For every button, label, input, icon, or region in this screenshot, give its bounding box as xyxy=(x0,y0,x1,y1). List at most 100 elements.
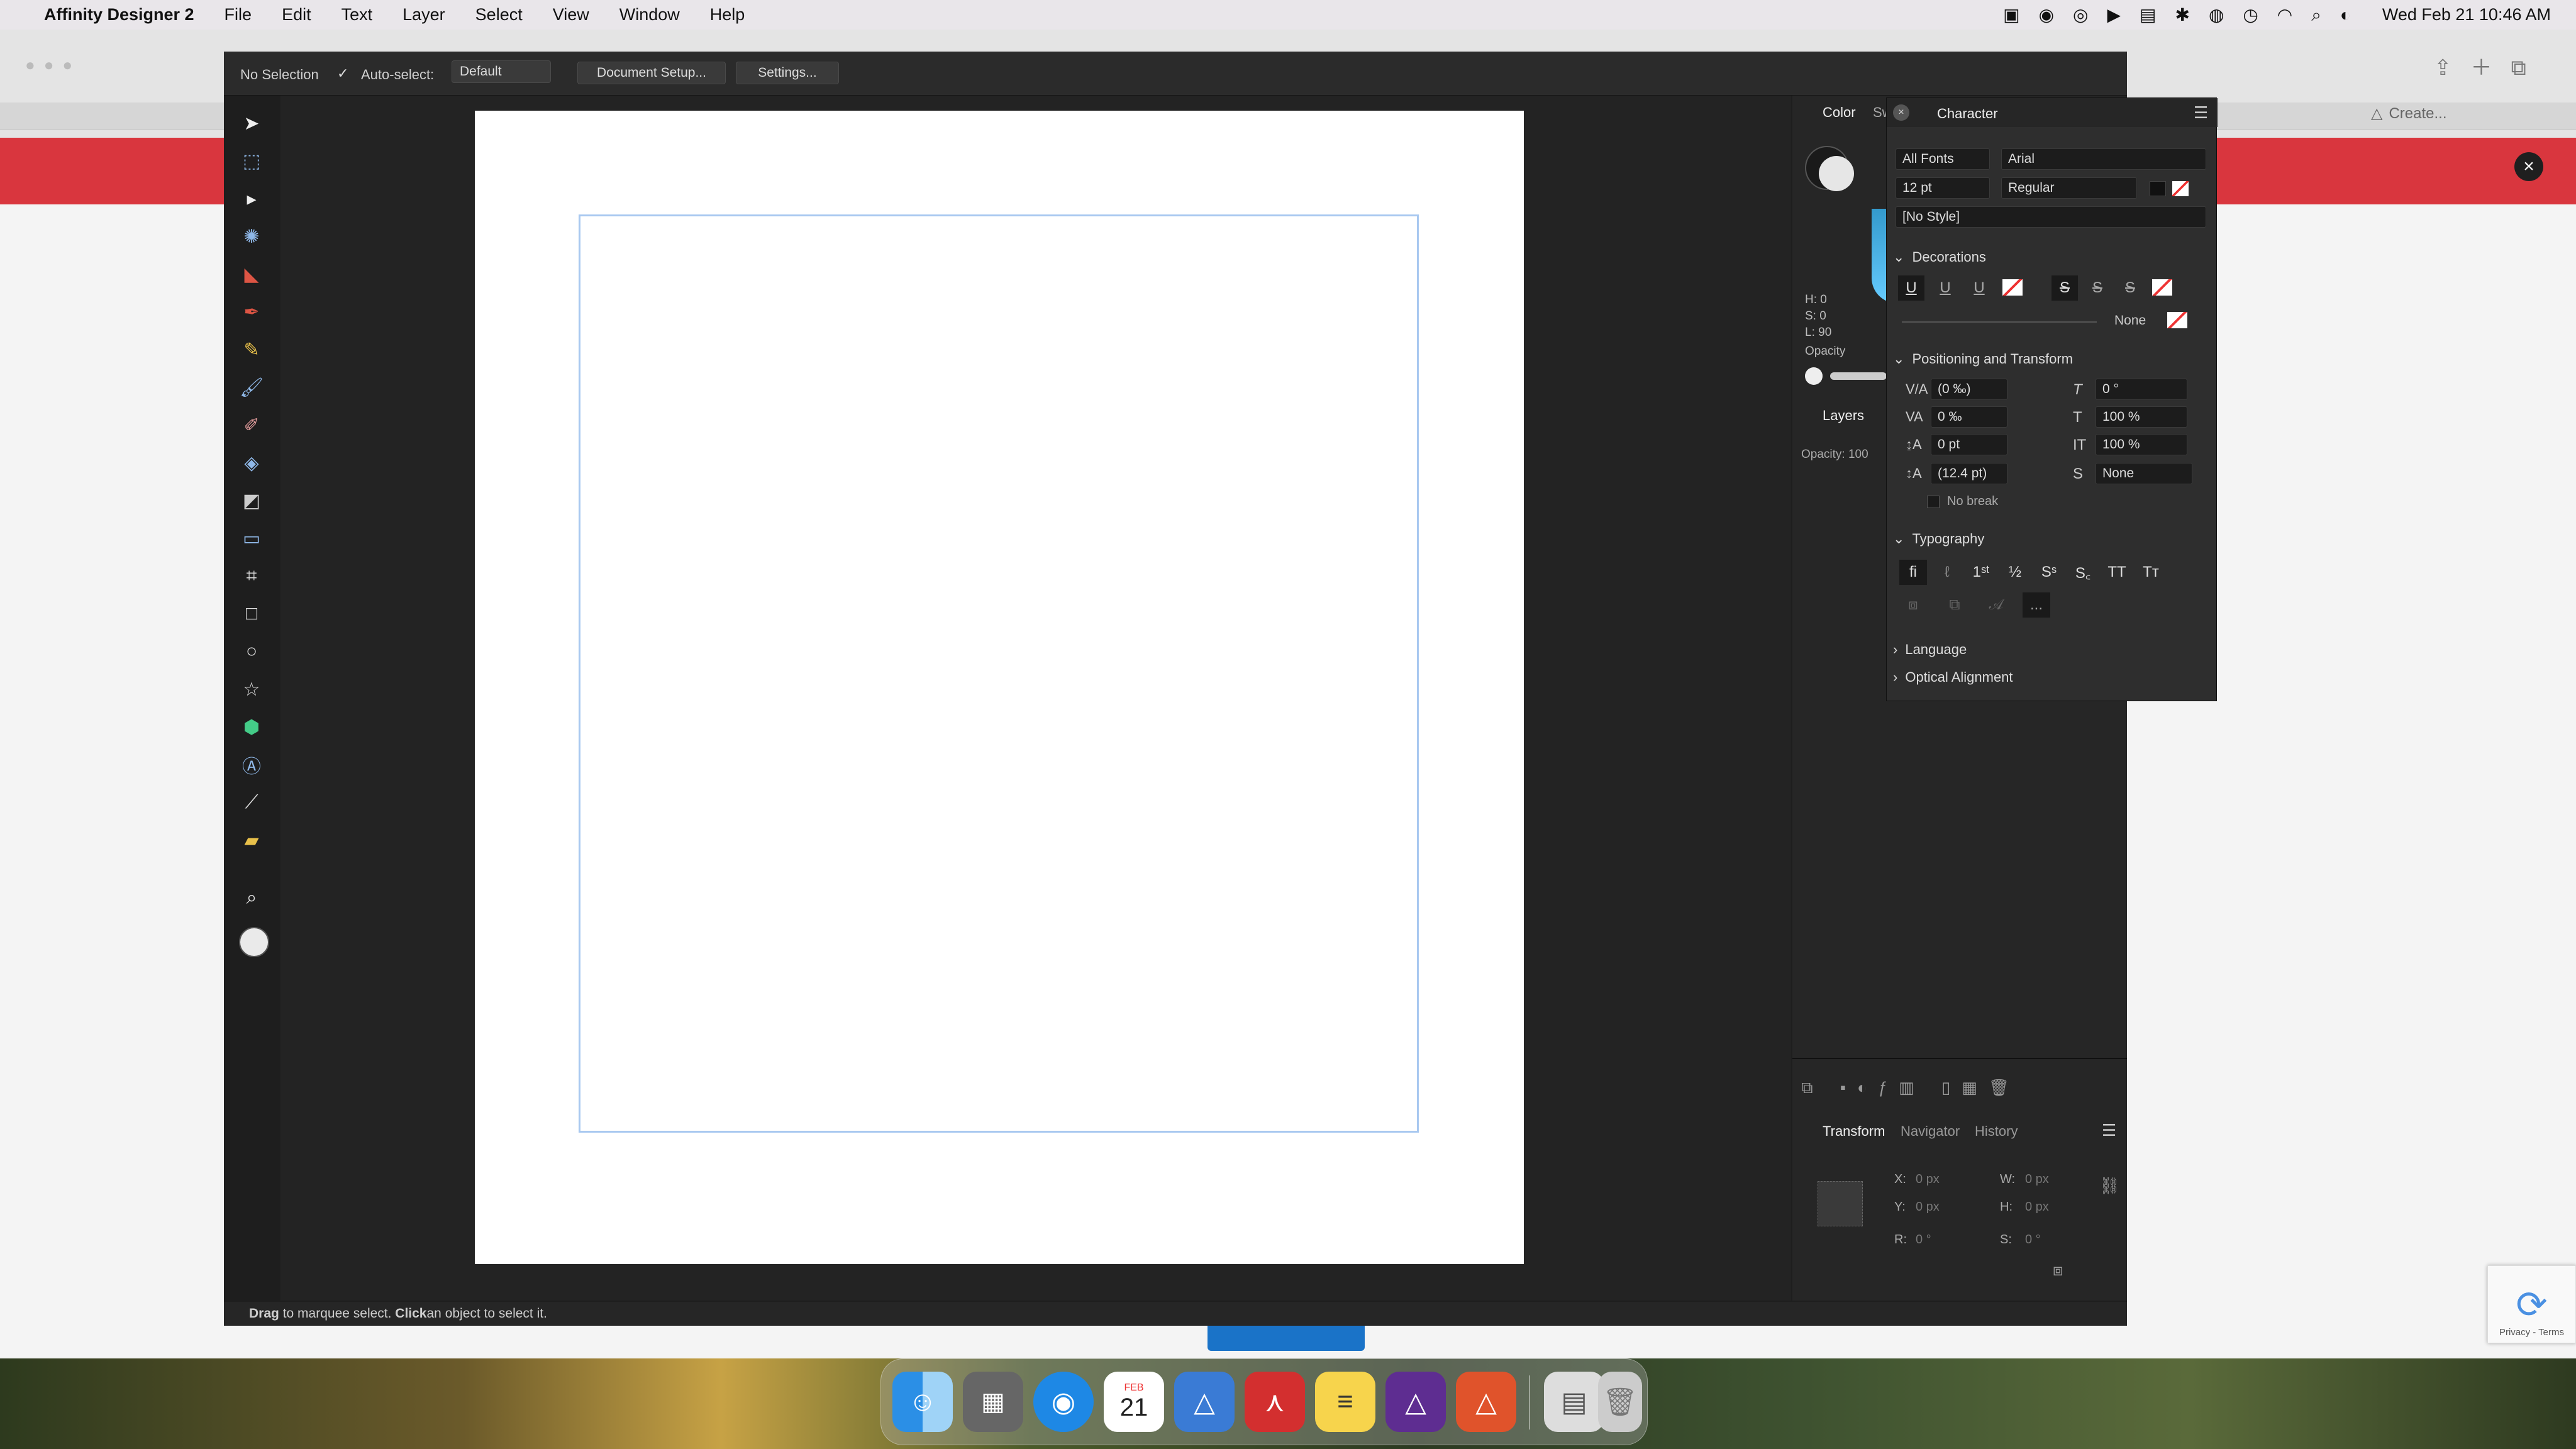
tracking-field[interactable]: 0 ‰ xyxy=(1931,406,2007,428)
notes-icon[interactable]: ≡ xyxy=(1315,1372,1375,1432)
subscript-button[interactable]: S꜀ xyxy=(2069,560,2097,585)
small-caps-button[interactable]: Tт xyxy=(2137,560,2165,585)
vector-brush-icon[interactable]: 🖌 xyxy=(238,374,265,401)
trash-icon[interactable]: 🗑 xyxy=(1598,1372,1642,1432)
zoom-tool-icon[interactable]: ⌕ xyxy=(238,884,265,912)
opacity-slider-handle[interactable] xyxy=(1805,367,1823,385)
move-tool-icon[interactable]: ➤ xyxy=(238,109,265,137)
artboard-tool-icon[interactable]: ⬚ xyxy=(238,147,265,175)
browser-tab-create[interactable]: △ Create... xyxy=(2371,104,2447,123)
section-optical-alignment[interactable]: › Optical Alignment xyxy=(1893,669,2013,686)
ellipse-tool-icon[interactable]: ○ xyxy=(238,638,265,665)
section-language[interactable]: › Language xyxy=(1893,641,1967,658)
crop-tool-icon[interactable]: ⌗ xyxy=(238,562,265,590)
menu-edit[interactable]: Edit xyxy=(282,5,311,25)
launchpad-icon[interactable]: ▦ xyxy=(963,1372,1023,1432)
underline-button[interactable]: U xyxy=(1898,275,1924,301)
finder-icon[interactable]: ☺ xyxy=(892,1372,953,1432)
close-panel-icon[interactable]: × xyxy=(1893,104,1909,121)
superscript-button[interactable]: Sˢ xyxy=(2035,560,2063,585)
transform-origin-icon[interactable]: ⧈ xyxy=(2053,1260,2063,1280)
artistic-text-icon[interactable]: Ⓐ xyxy=(238,751,265,779)
testflight-icon[interactable]: △ xyxy=(1174,1372,1235,1432)
affinity-designer-icon[interactable]: △ xyxy=(1385,1372,1446,1432)
more-typography-button[interactable]: ... xyxy=(2023,592,2050,618)
rectangle-tool-icon[interactable]: □ xyxy=(238,600,265,628)
pencil-tool-icon[interactable]: ✎ xyxy=(238,336,265,364)
text-style-select[interactable]: [No Style] xyxy=(1896,206,2206,228)
window-controls[interactable]: ●●● xyxy=(25,55,81,75)
star-tool-icon[interactable]: ☆ xyxy=(238,675,265,703)
menu-window[interactable]: Window xyxy=(619,5,680,25)
ordinals-button[interactable]: 1ˢᵗ xyxy=(1967,560,1995,585)
all-caps-button[interactable]: TT xyxy=(2103,560,2131,585)
link-icon[interactable]: ⛓ xyxy=(2099,1176,2120,1196)
corner-tool-icon[interactable]: ✺ xyxy=(238,223,265,250)
selected-text-frame[interactable] xyxy=(579,214,1419,1133)
double-underline-button[interactable]: U xyxy=(1932,275,1958,301)
documents-folder-icon[interactable]: ▤ xyxy=(1544,1372,1604,1432)
menu-layer[interactable]: Layer xyxy=(402,5,445,25)
strikethrough-button[interactable]: S xyxy=(2051,275,2078,301)
fill-color-well[interactable] xyxy=(1819,156,1854,191)
color-picker-icon[interactable]: ⟋ xyxy=(238,789,265,816)
brush-tool-icon[interactable]: ✐ xyxy=(238,411,265,439)
layers-toolbar-icons[interactable]: ⧉ ▪◐ƒ▥ ▯▦🗑 xyxy=(1801,1078,2021,1098)
pen-tool-icon[interactable]: ✒ xyxy=(238,298,265,326)
panel-menu-icon[interactable]: ☰ xyxy=(2102,1121,2116,1140)
panel-menu-icon[interactable]: ☰ xyxy=(2194,103,2208,123)
font-style-select[interactable]: Regular xyxy=(2001,177,2137,199)
transparency-tool-icon[interactable]: ◩ xyxy=(238,487,265,514)
strikethrough-custom-button[interactable]: S xyxy=(2117,275,2143,301)
section-decorations[interactable]: ⌄ Decorations xyxy=(1893,249,1986,265)
anchor-selector[interactable] xyxy=(1818,1181,1863,1226)
opacity-slider[interactable] xyxy=(1830,372,1887,380)
safari-icon[interactable]: ◉ xyxy=(1033,1372,1094,1432)
menu-text[interactable]: Text xyxy=(341,5,373,25)
tab-color[interactable]: Color xyxy=(1823,104,1856,121)
double-strikethrough-button[interactable]: S xyxy=(2084,275,2111,301)
decoration-color-none[interactable] xyxy=(2167,312,2187,328)
auto-select-dropdown[interactable]: Default xyxy=(452,60,551,83)
underline-custom-button[interactable]: U xyxy=(1966,275,1992,301)
browser-toolbar-icons[interactable]: ⇪＋⧉ xyxy=(2434,50,2545,81)
vertical-scale-field[interactable]: 100 % xyxy=(2096,406,2187,428)
shear-field[interactable]: 0 ° xyxy=(2096,379,2187,400)
fill-tool-icon[interactable]: ◈ xyxy=(238,449,265,477)
place-image-icon[interactable]: ▭ xyxy=(238,525,265,552)
status-menu-icons[interactable]: ▣◉◎▶▤✱◍◷◠⌕◐ xyxy=(2003,4,2370,26)
fractions-button[interactable]: ½ xyxy=(2001,560,2029,585)
font-family-select[interactable]: Arial xyxy=(2001,148,2206,170)
y-field[interactable]: 0 px xyxy=(1916,1200,1940,1214)
calendar-icon[interactable]: FEB 21 xyxy=(1104,1372,1164,1432)
shear-field[interactable]: 0 ° xyxy=(2025,1233,2041,1247)
swash-icon[interactable]: ⧉ xyxy=(1941,592,1968,618)
no-break-checkbox[interactable] xyxy=(1927,496,1940,508)
highlight-none-swatch[interactable] xyxy=(2172,181,2189,196)
leading-field[interactable]: (12.4 pt) xyxy=(1931,463,2007,484)
underline-color-none[interactable] xyxy=(2002,279,2023,296)
font-collection-select[interactable]: All Fonts xyxy=(1896,148,1990,170)
width-field[interactable]: 0 px xyxy=(2025,1172,2049,1187)
shape-builder-icon[interactable]: ⬢ xyxy=(238,713,265,741)
tab-layers[interactable]: Layers xyxy=(1823,408,1864,424)
affinity-publisher-icon[interactable]: △ xyxy=(1456,1372,1516,1432)
text-color-swatch[interactable] xyxy=(2150,181,2166,196)
menu-select[interactable]: Select xyxy=(475,5,523,25)
close-icon[interactable]: × xyxy=(2514,152,2543,181)
auto-select-checkbox[interactable]: ✓ xyxy=(337,65,352,81)
menu-clock[interactable]: Wed Feb 21 10:46 AM xyxy=(2382,5,2551,25)
tab-history[interactable]: History xyxy=(1975,1123,2018,1140)
tab-transform[interactable]: Transform xyxy=(1823,1123,1885,1140)
stylistic-alternates-icon[interactable]: ⧈ xyxy=(1899,592,1927,618)
section-positioning[interactable]: ⌄ Positioning and Transform xyxy=(1893,351,2073,367)
app-name-menu[interactable]: Affinity Designer 2 xyxy=(44,5,194,25)
fill-color-swatch[interactable] xyxy=(239,927,269,957)
tab-navigator[interactable]: Navigator xyxy=(1901,1123,1960,1140)
x-field[interactable]: 0 px xyxy=(1916,1172,1940,1187)
decoration-weight-slider[interactable] xyxy=(1902,321,2097,323)
ligatures-button[interactable]: fi xyxy=(1899,560,1927,585)
rotation-field[interactable]: 0 ° xyxy=(1916,1233,1931,1247)
measure-tool-icon[interactable]: ▰ xyxy=(238,826,265,854)
baseline-field[interactable]: 0 pt xyxy=(1931,434,2007,455)
